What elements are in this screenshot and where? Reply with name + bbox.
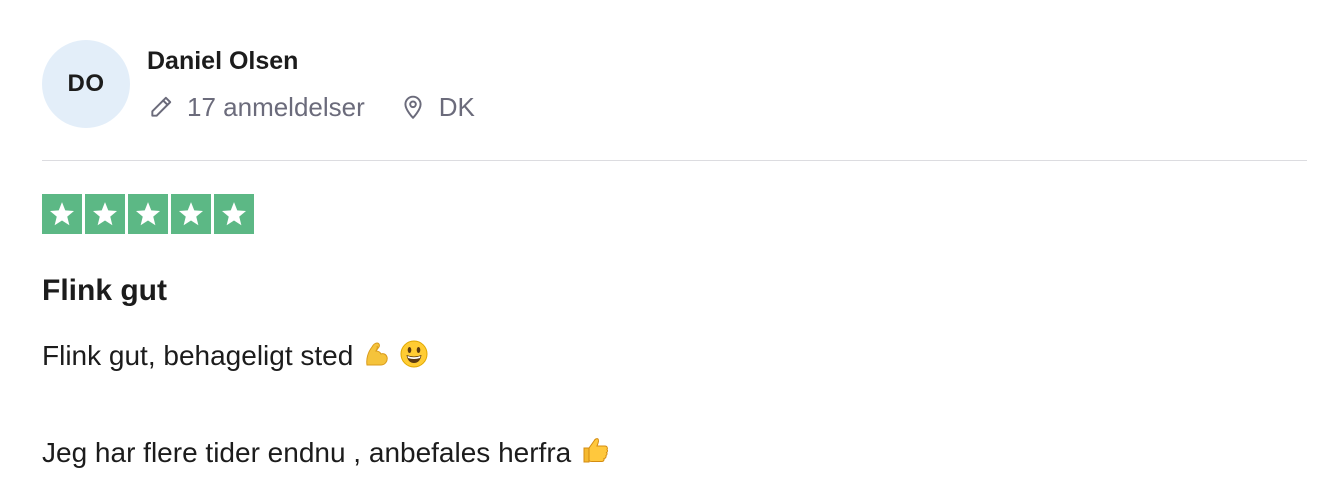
grinning-face-icon bbox=[399, 339, 429, 377]
reviewer-meta: 17 anmeldelser DK bbox=[147, 92, 475, 122]
reviewer-header: DO Daniel Olsen 17 anmeldelser DK bbox=[42, 40, 475, 128]
star-rating bbox=[42, 194, 254, 234]
flexed-biceps-icon bbox=[361, 339, 391, 377]
review-text-2: Jeg har flere tider endnu , anbefales he… bbox=[42, 437, 572, 468]
reviewer-location: DK bbox=[399, 92, 475, 122]
reviewer-name[interactable]: Daniel Olsen bbox=[147, 46, 475, 76]
star-icon bbox=[214, 194, 254, 234]
thumbs-up-icon bbox=[579, 434, 611, 474]
review-text-line-1: Flink gut, behageligt sted bbox=[42, 339, 429, 377]
avatar-initials: DO bbox=[67, 70, 105, 97]
avatar[interactable]: DO bbox=[42, 40, 130, 128]
divider bbox=[42, 160, 1307, 161]
reviews-count: 17 anmeldelser bbox=[147, 92, 365, 122]
review-text-1: Flink gut, behageligt sted bbox=[42, 340, 354, 371]
reviewer-info: Daniel Olsen 17 anmeldelser DK bbox=[147, 46, 475, 122]
star-icon bbox=[85, 194, 125, 234]
review-title[interactable]: Flink gut bbox=[42, 272, 167, 310]
star-icon bbox=[128, 194, 168, 234]
review-card: DO Daniel Olsen 17 anmeldelser DK Flink … bbox=[0, 0, 1332, 494]
location-pin-icon bbox=[399, 93, 427, 121]
country-label: DK bbox=[438, 92, 475, 122]
star-icon bbox=[171, 194, 211, 234]
star-icon bbox=[42, 194, 82, 234]
review-text-line-2: Jeg har flere tider endnu , anbefales he… bbox=[42, 434, 611, 474]
reviews-count-label: 17 anmeldelser bbox=[187, 92, 365, 122]
pencil-icon bbox=[147, 93, 175, 121]
